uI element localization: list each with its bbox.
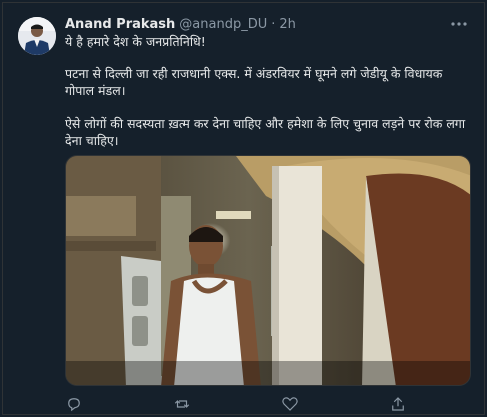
train-corridor-photo [66, 156, 470, 385]
avatar[interactable] [18, 17, 56, 55]
tweet-text: ये है हमारे देश के जनप्रतिनिधि! पटना से … [65, 33, 475, 149]
retweet-icon[interactable] [173, 395, 191, 413]
like-icon[interactable] [281, 395, 299, 413]
tweet-header: Anand Prakash @anandp_DU · 2h [65, 15, 296, 33]
tweet-text-line-3: ऐसे लोगों की सदस्यता ख़त्म कर देना चाहिए… [65, 116, 466, 148]
author-handle[interactable]: @anandp_DU [179, 17, 267, 32]
tweet-media-photo[interactable] [65, 155, 471, 386]
tweet-time[interactable]: 2h [279, 17, 296, 32]
reply-icon[interactable] [65, 395, 83, 413]
avatar-photo [18, 17, 56, 55]
author-name[interactable]: Anand Prakash [65, 17, 175, 32]
share-icon[interactable] [389, 395, 407, 413]
tweet-text-line-1: ये है हमारे देश के जनप्रतिनिधि! [65, 34, 206, 49]
tweet-actions [65, 395, 471, 414]
separator: · [271, 16, 276, 32]
tweet-card[interactable]: Anand Prakash @anandp_DU · 2h ये है हमार… [2, 2, 485, 415]
tweet-text-line-2: पटना से दिल्ली जा रही राजधानी एक्स. में … [65, 66, 443, 98]
more-horizontal-icon[interactable] [448, 15, 470, 33]
